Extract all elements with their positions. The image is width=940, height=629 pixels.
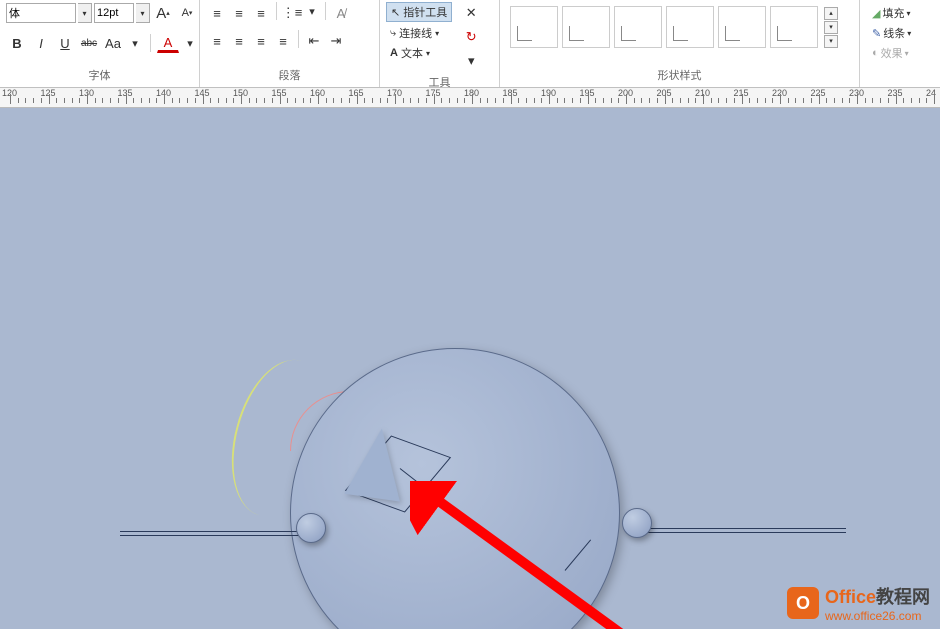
connector-tool-button[interactable]: ⤷ 连接线 ▾ xyxy=(386,24,452,42)
shrink-font-button[interactable]: A▾ xyxy=(176,2,198,24)
indent-decrease-button[interactable]: ⇤ xyxy=(303,30,325,52)
connector-tool-label: 连接线 xyxy=(399,25,432,41)
small-circle-right[interactable] xyxy=(622,508,652,538)
font-name-dropdown[interactable]: ▾ xyxy=(78,3,92,23)
pointer-tool-label: 指针工具 xyxy=(403,4,447,20)
watermark-url: www.office26.com xyxy=(825,609,930,623)
font-group: ▾ ▾ A▴ A▾ B I U abc Aa ▾ A ▾ 字体 xyxy=(0,0,200,87)
horizontal-ruler[interactable]: 1201251301351401451501551601651701751801… xyxy=(0,88,940,108)
font-group-label: 字体 xyxy=(6,65,193,85)
font-size-input[interactable] xyxy=(94,3,134,23)
connector-dropdown-icon: ▾ xyxy=(435,29,439,38)
text-dropdown-icon: ▾ xyxy=(426,49,430,58)
align-top-button[interactable]: ≡ xyxy=(206,2,228,24)
italic-button[interactable]: I xyxy=(30,32,52,54)
line-button[interactable]: ✎ 线条 ▾ xyxy=(870,24,930,42)
align-right-button[interactable]: ≡ xyxy=(250,30,272,52)
pointer-icon: ↖ xyxy=(391,6,400,19)
style-scroll-up[interactable]: ▴ xyxy=(824,7,838,20)
large-circle-shape[interactable] xyxy=(290,348,620,629)
left-line-shape-2[interactable] xyxy=(120,535,310,536)
shape-styles-group: ▴ ▾ ▾ 形状样式 xyxy=(500,0,860,87)
fill-icon: ◢ xyxy=(872,7,880,20)
text-tool-label: 文本 xyxy=(401,45,423,61)
tools-group: ↖ 指针工具 ⤷ 连接线 ▾ A 文本 ▾ ✕ ↻ ▾ 工具 xyxy=(380,0,500,87)
clear-format-button[interactable]: A̸ xyxy=(330,2,352,24)
triangle-filled-shape[interactable] xyxy=(344,424,409,501)
style-preset-6[interactable] xyxy=(770,6,818,48)
case-dropdown[interactable]: ▾ xyxy=(126,34,144,52)
grow-font-button[interactable]: A▴ xyxy=(152,2,174,24)
small-circle-left[interactable] xyxy=(296,513,326,543)
tool-redo-button[interactable]: ↻ xyxy=(460,26,482,48)
text-tool-button[interactable]: A 文本 ▾ xyxy=(386,44,452,62)
bold-button[interactable]: B xyxy=(6,32,28,54)
style-gallery: ▴ ▾ ▾ xyxy=(506,2,842,52)
strike-button[interactable]: abc xyxy=(78,32,100,54)
ribbon-toolbar: ▾ ▾ A▴ A▾ B I U abc Aa ▾ A ▾ 字体 ≡ xyxy=(0,0,940,88)
right-line-shape-1[interactable] xyxy=(646,528,846,529)
indent-increase-button[interactable]: ⇥ xyxy=(325,30,347,52)
line-icon: ✎ xyxy=(872,27,881,40)
pointer-tool-button[interactable]: ↖ 指针工具 xyxy=(386,2,452,22)
watermark: O Office教程网 www.office26.com xyxy=(787,583,930,623)
style-preset-3[interactable] xyxy=(614,6,662,48)
paragraph-group-label: 段落 xyxy=(206,65,373,85)
font-name-input[interactable] xyxy=(6,3,76,23)
watermark-brand: Office教程网 xyxy=(825,583,930,609)
effect-label: 效果 xyxy=(881,45,903,61)
drawing-canvas[interactable]: O Office教程网 www.office26.com xyxy=(0,108,940,629)
right-line-shape-2[interactable] xyxy=(646,532,846,533)
line-label: 线条 xyxy=(883,25,905,41)
text-icon: A xyxy=(390,47,398,59)
align-left-button[interactable]: ≡ xyxy=(206,30,228,52)
bullets-dropdown[interactable]: ▾ xyxy=(303,2,321,20)
align-middle-button[interactable]: ≡ xyxy=(228,2,250,24)
paragraph-group: ≡ ≡ ≡ ⋮≡ ▾ A̸ ≡ ≡ ≡ ≡ ⇤ ⇥ 段落 xyxy=(200,0,380,87)
watermark-logo-icon: O xyxy=(787,587,819,619)
justify-button[interactable]: ≡ xyxy=(272,30,294,52)
left-line-shape-1[interactable] xyxy=(120,531,310,532)
font-color-button[interactable]: A xyxy=(157,34,179,53)
underline-button[interactable]: U xyxy=(54,32,76,54)
align-bottom-button[interactable]: ≡ xyxy=(250,2,272,24)
tool-x-button[interactable]: ✕ xyxy=(460,2,482,24)
style-preset-4[interactable] xyxy=(666,6,714,48)
shape-styles-group-label: 形状样式 xyxy=(506,65,853,85)
shape-format-group: ◢ 填充 ▾ ✎ 线条 ▾ ◐ 效果 ▾ xyxy=(860,0,940,87)
style-scroll-down[interactable]: ▾ xyxy=(824,21,838,34)
change-case-button[interactable]: Aa xyxy=(102,32,124,54)
font-color-dropdown[interactable]: ▾ xyxy=(181,34,199,52)
effect-icon: ◐ xyxy=(872,47,879,59)
effect-button[interactable]: ◐ 效果 ▾ xyxy=(870,44,930,62)
connector-icon: ⤷ xyxy=(390,27,396,40)
style-preset-2[interactable] xyxy=(562,6,610,48)
align-center-button[interactable]: ≡ xyxy=(228,30,250,52)
fill-button[interactable]: ◢ 填充 ▾ xyxy=(870,4,930,22)
style-preset-5[interactable] xyxy=(718,6,766,48)
style-gallery-expand[interactable]: ▾ xyxy=(824,35,838,48)
fill-label: 填充 xyxy=(882,5,904,21)
tool-dropdown-button[interactable]: ▾ xyxy=(460,50,482,72)
bullets-button[interactable]: ⋮≡ xyxy=(281,2,303,24)
font-size-dropdown[interactable]: ▾ xyxy=(136,3,150,23)
style-preset-1[interactable] xyxy=(510,6,558,48)
